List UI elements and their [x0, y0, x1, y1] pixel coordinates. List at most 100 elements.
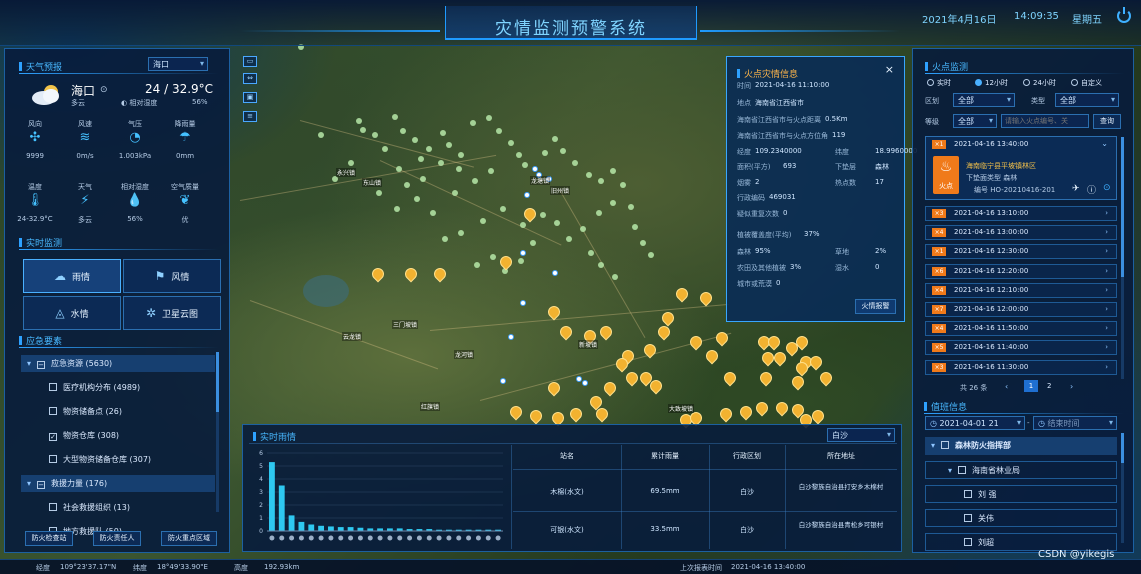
station-dot[interactable] — [560, 148, 566, 154]
fire-pin-icon[interactable] — [762, 352, 772, 365]
fire-pin-icon[interactable] — [626, 372, 636, 385]
station-dot[interactable] — [376, 190, 382, 196]
power-icon[interactable] — [1117, 7, 1131, 23]
checkbox[interactable] — [964, 514, 972, 522]
realtime-tile-1[interactable]: ⚑ 风情 — [123, 259, 221, 293]
checkbox[interactable] — [49, 383, 57, 391]
tree-row[interactable]: ▾ − 应急资源 (5630) — [21, 355, 215, 372]
realtime-tile-2[interactable]: ◬ 水情 — [23, 296, 121, 330]
checkbox[interactable]: − — [37, 361, 46, 369]
chevron-down-icon[interactable]: ▾ — [27, 479, 31, 488]
station-dot[interactable] — [474, 262, 480, 268]
chevron-down-icon[interactable]: ▾ — [27, 359, 31, 368]
station-dot[interactable] — [372, 132, 378, 138]
rain-bar[interactable] — [298, 521, 305, 531]
fire-list-item[interactable]: ×3 2021-04-16 13:10:00 › — [925, 206, 1117, 221]
prev-page-icon[interactable]: ‹ — [1005, 382, 1008, 391]
fire-item-expanded[interactable]: ×1 2021-04-16 13:40:00 ⌄ ♨ 火点 海南临宁县平坡镇林区 … — [925, 136, 1117, 200]
fire-pin-icon[interactable] — [644, 344, 654, 357]
duty-tree-row[interactable]: 关伟 — [925, 509, 1117, 527]
station-dot[interactable] — [580, 226, 586, 232]
station-dot[interactable] — [412, 137, 418, 143]
layer-icon[interactable]: ▭ — [243, 56, 257, 67]
station-dot[interactable] — [360, 127, 366, 133]
station-marker[interactable] — [582, 380, 588, 386]
chevron-right-icon[interactable]: › — [1105, 226, 1108, 239]
fire-pin-icon[interactable] — [700, 292, 710, 305]
fire-pin-icon[interactable] — [510, 406, 520, 419]
fire-pin-icon[interactable] — [792, 376, 802, 389]
fire-pin-icon[interactable] — [548, 382, 558, 395]
checkbox[interactable]: ✓ — [49, 433, 57, 441]
fire-pin-icon[interactable] — [776, 402, 786, 415]
rain-bar[interactable] — [318, 525, 324, 531]
fire-list-item[interactable]: ×4 2021-04-16 11:50:00 › — [925, 321, 1117, 337]
fire-pin-icon[interactable] — [720, 408, 730, 421]
fire-pin-icon[interactable] — [758, 336, 768, 349]
station-dot[interactable] — [438, 160, 444, 166]
fire-pin-icon[interactable] — [706, 350, 716, 363]
radio-circle[interactable] — [927, 79, 934, 86]
fire-pin-icon[interactable] — [658, 326, 668, 339]
fire-pin-icon[interactable] — [690, 336, 700, 349]
resource-button-2[interactable]: 防火重点区域 — [161, 531, 217, 546]
tree-row[interactable]: 医疗机构分布 (4989) — [21, 379, 215, 396]
station-marker[interactable] — [532, 166, 538, 172]
fire-pin-icon[interactable] — [716, 332, 726, 345]
rain-bar[interactable] — [278, 485, 285, 532]
station-dot[interactable] — [446, 142, 452, 148]
checkbox[interactable]: − — [37, 481, 46, 489]
fire-list-item[interactable]: ×5 2021-04-16 11:40:00 › — [925, 340, 1117, 356]
list-icon[interactable]: ≡ — [243, 111, 257, 122]
station-dot[interactable] — [396, 166, 402, 172]
fire-pin-icon[interactable] — [820, 372, 830, 385]
checkbox[interactable] — [49, 455, 57, 463]
fire-pin-icon[interactable] — [774, 352, 784, 365]
fire-list-item[interactable]: ×4 2021-04-16 12:10:00 › — [925, 282, 1117, 298]
checkbox[interactable] — [49, 407, 57, 415]
station-dot[interactable] — [486, 115, 492, 121]
fire-pin-icon[interactable] — [604, 382, 614, 395]
station-marker[interactable] — [576, 376, 582, 382]
chevron-right-icon[interactable]: › — [1105, 341, 1108, 354]
rain-district-select[interactable]: 白沙 — [827, 428, 895, 442]
chevron-right-icon[interactable]: › — [1105, 265, 1108, 278]
radio-circle[interactable] — [975, 79, 982, 86]
realtime-tile-3[interactable]: ✲ 卫星云图 — [123, 296, 221, 330]
rain-bar[interactable] — [328, 526, 334, 531]
fire-pin-icon[interactable] — [786, 342, 796, 355]
chevron-down-icon[interactable]: ▾ — [931, 441, 935, 450]
duty-tree-row[interactable]: ▾ 森林防火指挥部 — [925, 437, 1117, 455]
station-dot[interactable] — [588, 250, 594, 256]
station-dot[interactable] — [318, 132, 324, 138]
station-dot[interactable] — [420, 176, 426, 182]
fire-pin-icon[interactable] — [796, 362, 806, 375]
type-select[interactable]: 全部 — [1055, 93, 1119, 107]
search-input[interactable] — [1001, 114, 1089, 128]
fire-pin-icon[interactable] — [570, 408, 580, 421]
rain-bar[interactable] — [337, 527, 344, 531]
station-dot[interactable] — [508, 140, 514, 146]
station-dot[interactable] — [470, 120, 476, 126]
page-1[interactable]: 1 — [1024, 380, 1038, 392]
fire-list-item[interactable]: ×3 2021-04-16 11:30:00 › — [925, 359, 1117, 375]
duty-tree-row[interactable]: ▾ 海南省林业局 — [925, 461, 1117, 479]
station-dot[interactable] — [518, 258, 524, 264]
station-dot[interactable] — [392, 114, 398, 120]
station-dot[interactable] — [382, 146, 388, 152]
chevron-right-icon[interactable]: › — [1105, 361, 1108, 374]
station-dot[interactable] — [356, 118, 362, 124]
station-dot[interactable] — [566, 236, 572, 242]
station-dot[interactable] — [620, 182, 626, 188]
fire-pin-icon[interactable] — [740, 406, 750, 419]
station-dot[interactable] — [418, 156, 424, 162]
station-dot[interactable] — [586, 172, 592, 178]
level-select[interactable]: 全部 — [953, 114, 997, 128]
station-dot[interactable] — [516, 152, 522, 158]
tree-row[interactable]: ✓ 物资仓库 (308) — [21, 427, 215, 444]
station-dot[interactable] — [540, 212, 546, 218]
chevron-down-icon[interactable]: ▾ — [948, 466, 952, 475]
resource-button-1[interactable]: 防火责任人 — [93, 531, 141, 546]
station-marker[interactable] — [500, 378, 506, 384]
rain-bar[interactable] — [288, 515, 295, 531]
